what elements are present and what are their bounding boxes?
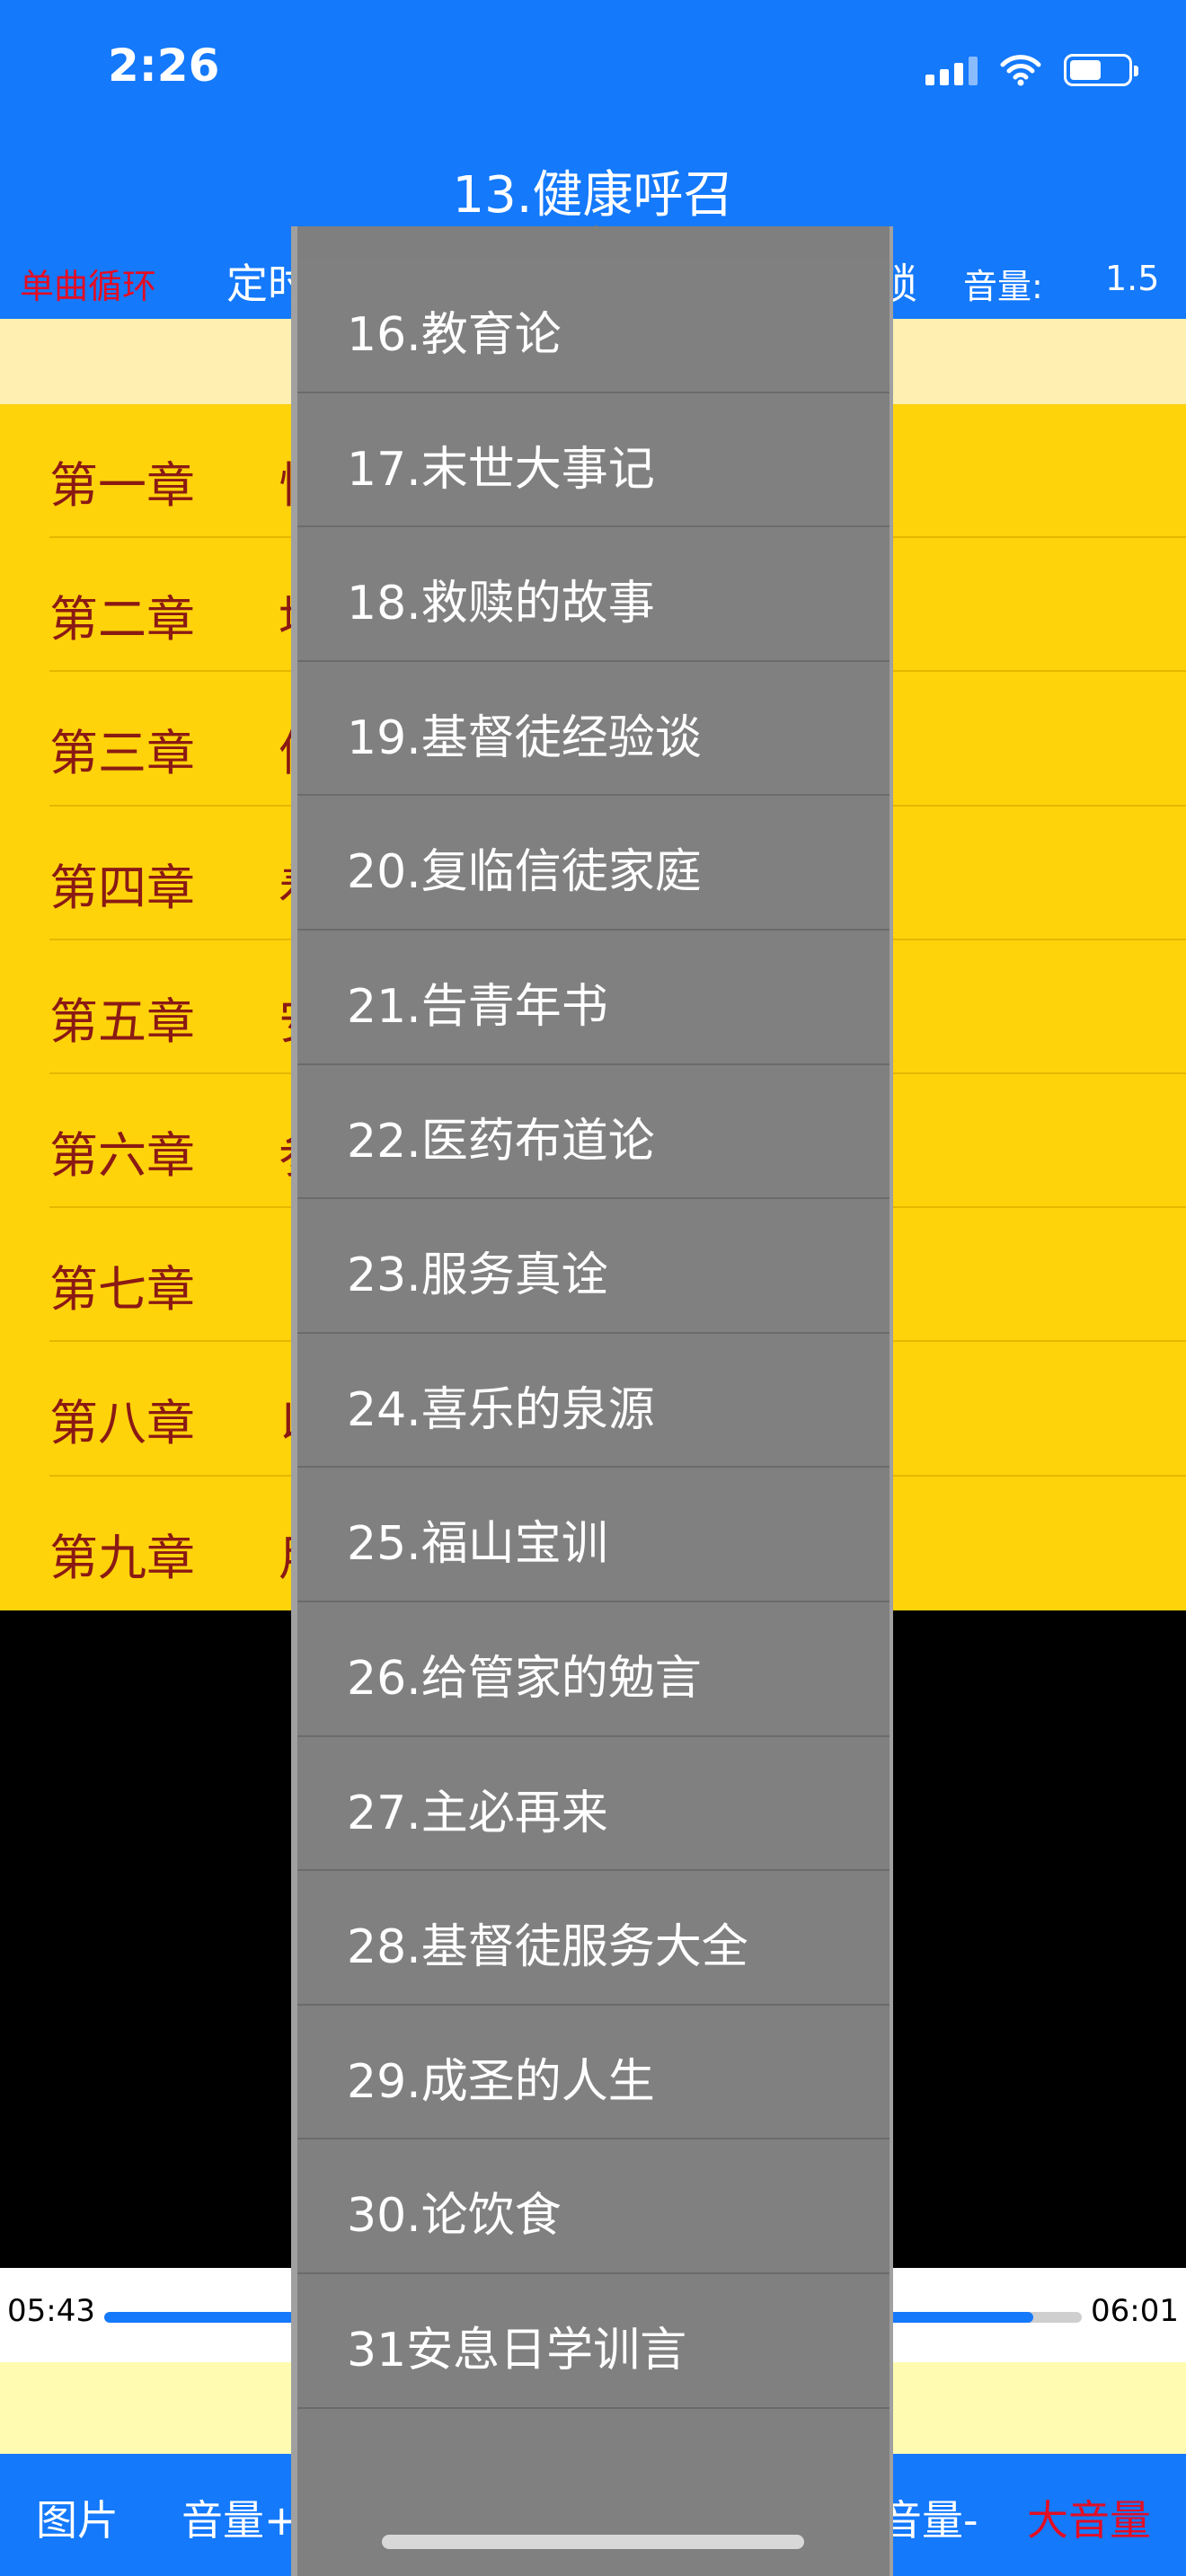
menu-item-label: 26.给管家的勉言 xyxy=(347,1651,702,1706)
wifi-icon xyxy=(1000,55,1041,86)
status-time: 2:26 xyxy=(108,40,220,92)
menu-item-label: 27.主必再来 xyxy=(347,1786,608,1840)
home-indicator[interactable] xyxy=(382,2535,804,2549)
menu-item[interactable]: 20.复临信徒家庭 xyxy=(297,796,890,931)
menu-item-label: 25.福山宝训 xyxy=(347,1517,608,1572)
chapter-number: 第二章 xyxy=(49,591,195,648)
menu-item-label: 23.服务真诠 xyxy=(347,1248,608,1303)
menu-item[interactable]: 16.教育论 xyxy=(297,259,890,393)
loop-mode-button[interactable]: 单曲循环 xyxy=(20,259,156,308)
menu-item-label: 28.基督徒服务大全 xyxy=(347,1920,748,1975)
battery-icon xyxy=(1064,54,1138,86)
current-time: 05:43 xyxy=(7,2293,95,2329)
volume-label: 音量: xyxy=(963,267,1043,306)
menu-item-label: 21.告青年书 xyxy=(347,979,608,1034)
pictures-button[interactable]: 图片 xyxy=(36,2488,119,2547)
chapter-number: 第九章 xyxy=(49,1529,195,1586)
menu-item-label: 19.基督徒经验谈 xyxy=(347,710,702,765)
loud-volume-button[interactable]: 大音量 xyxy=(1027,2488,1151,2547)
menu-item[interactable]: 22.医药布道论 xyxy=(297,1065,890,1200)
chapter-number: 第六章 xyxy=(49,1126,195,1184)
menu-item-label: 31安息日学训言 xyxy=(347,2323,687,2378)
chapter-number: 第五章 xyxy=(49,992,195,1050)
menu-item[interactable]: 17.末世大事记 xyxy=(297,393,890,528)
menu-item-label: 17.末世大事记 xyxy=(347,442,655,497)
menu-item-label: 30.论饮食 xyxy=(347,2189,562,2244)
volume-up-button[interactable]: 音量+ xyxy=(181,2488,299,2547)
chapter-number: 第八章 xyxy=(49,1395,195,1452)
status-icons xyxy=(925,54,1138,86)
page-title[interactable]: 13.健康呼召 xyxy=(0,154,1186,227)
menu-item-label: 29.成圣的人生 xyxy=(347,2054,655,2109)
menu-item-label: 22.医药布道论 xyxy=(347,1114,655,1169)
menu-item[interactable]: 30.论饮食 xyxy=(297,2139,890,2274)
chapter-number: 第一章 xyxy=(49,457,195,514)
book-list: 16.教育论 17.末世大事记 18.救赎的故事 19.基督徒经验谈 20.复临… xyxy=(297,259,890,2576)
menu-item-label: 24.喜乐的泉源 xyxy=(347,1382,655,1437)
popover-header xyxy=(297,226,890,259)
cellular-signal-icon xyxy=(925,55,978,85)
menu-item[interactable]: 29.成圣的人生 xyxy=(297,2006,890,2140)
menu-item[interactable]: 19.基督徒经验谈 xyxy=(297,662,890,797)
chapter-number: 第三章 xyxy=(49,725,195,782)
chapter-number: 第七章 xyxy=(49,1261,195,1319)
menu-item[interactable]: 28.基督徒服务大全 xyxy=(297,1871,890,2006)
chapter-number: 第四章 xyxy=(49,859,195,916)
menu-item[interactable]: 21.告青年书 xyxy=(297,931,890,1065)
menu-item[interactable]: 23.服务真诠 xyxy=(297,1199,890,1334)
menu-item-label: 16.教育论 xyxy=(347,308,562,362)
menu-item[interactable]: 18.救赎的故事 xyxy=(297,527,890,662)
menu-item[interactable]: 27.主必再来 xyxy=(297,1737,890,1872)
total-time: 06:01 xyxy=(1091,2293,1179,2329)
menu-item[interactable]: 31安息日学训言 xyxy=(297,2274,890,2409)
volume-down-button[interactable]: 音量- xyxy=(881,2488,978,2547)
volume-value: 1.5 xyxy=(1105,259,1160,298)
menu-item[interactable]: 25.福山宝训 xyxy=(297,1468,890,1602)
book-dropdown-menu: 16.教育论 17.末世大事记 18.救赎的故事 19.基督徒经验谈 20.复临… xyxy=(291,226,893,2576)
menu-item[interactable] xyxy=(297,2409,890,2544)
menu-item[interactable]: 26.给管家的勉言 xyxy=(297,1602,890,1737)
menu-item[interactable]: 24.喜乐的泉源 xyxy=(297,1334,890,1469)
menu-item-label: 20.复临信徒家庭 xyxy=(347,845,702,900)
menu-item-label: 18.救赎的故事 xyxy=(347,577,655,631)
